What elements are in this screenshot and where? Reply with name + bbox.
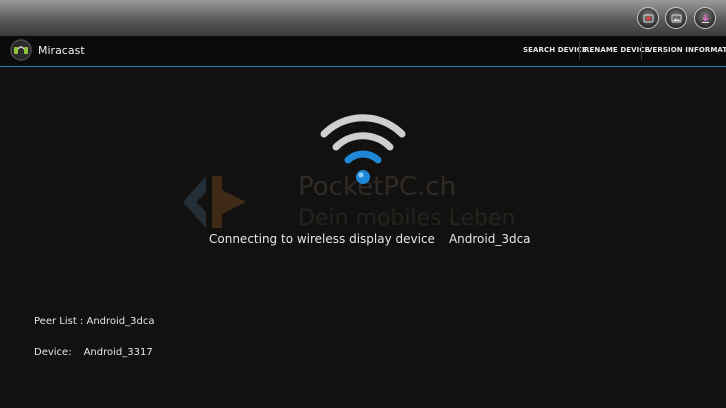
watermark-logo-icon [183,176,246,228]
download-button[interactable] [694,7,716,29]
gallery-icon [671,14,682,23]
miracast-logo-icon [10,39,32,61]
peer-list-label: Peer List : [34,316,84,327]
wifi-signal-icon [320,114,406,184]
menu-divider [579,42,580,60]
status-text: Connecting to wireless display device [209,232,435,246]
action-bar: Miracast SEARCH DEVICE RENAME DEVICE VER… [0,36,726,67]
download-icon [702,14,709,23]
system-top-bar [0,0,726,36]
record-button[interactable] [637,7,659,29]
peer-list: Peer List : Android_3dca [34,316,154,327]
app-title: Miracast [38,44,85,57]
rename-device-button[interactable]: RENAME DEVICE [584,46,649,54]
device-name: Android_3317 [83,347,153,358]
target-device-name: Android_3dca [448,232,531,246]
record-icon [643,14,654,23]
search-device-button[interactable]: SEARCH DEVICE [523,46,587,54]
peer-list-item[interactable]: Android_3dca [86,316,154,327]
connection-status: Connecting to wireless display device And… [209,232,531,246]
menu-divider [641,42,642,60]
local-device: Device: Android_3317 [34,347,153,358]
device-label: Device: [34,347,72,358]
app-logo [10,39,32,61]
gallery-button[interactable] [665,7,687,29]
version-information-button[interactable]: VERSION INFORMATION [647,46,726,54]
watermark-subtitle: Dein mobiles Leben [298,206,516,231]
